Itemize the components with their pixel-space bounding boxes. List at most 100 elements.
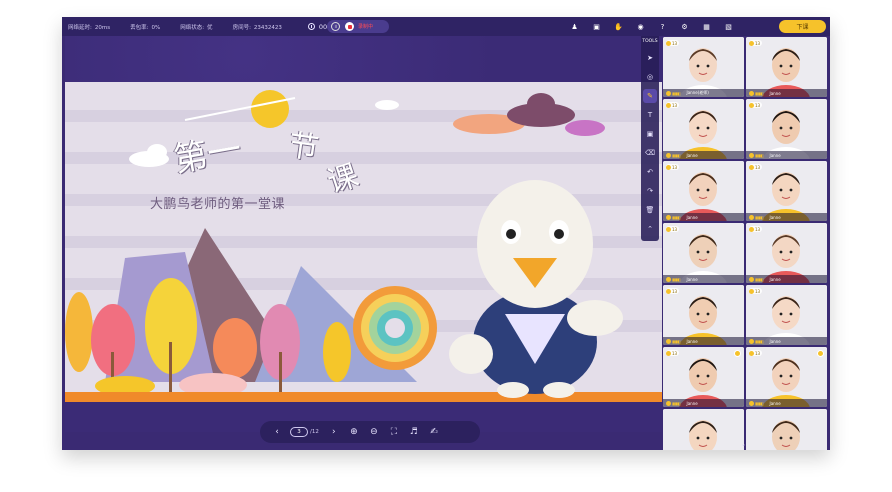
student-name: Janne <box>686 400 698 406</box>
prev-page-icon[interactable]: ‹ <box>270 425 284 439</box>
volume-level-icon: ▮▮▮▮▯ <box>672 276 681 282</box>
zoom-in-icon[interactable]: ⊕ <box>347 425 361 439</box>
star-count-badge: 13 <box>666 40 680 46</box>
student-video-tile[interactable]: 13 ▮▮▮▮▯ Janne <box>663 347 744 407</box>
text-tool-icon[interactable]: T <box>643 108 657 122</box>
grid-icon[interactable]: ▦ <box>700 20 713 33</box>
microphone-icon[interactable] <box>666 152 671 158</box>
hand-icon[interactable]: ✋ <box>612 20 625 33</box>
room-number-stat: 房间号: 23432423 <box>232 24 282 31</box>
end-class-button[interactable]: 下课 <box>779 20 826 33</box>
microphone-icon[interactable] <box>666 400 671 406</box>
student-status-bar: ▮▮▮▮▯ Janne <box>746 151 827 159</box>
student-name: Janne <box>686 338 698 344</box>
student-video-tile[interactable]: 13 ▮▮▮▮▯ Janne <box>746 99 827 159</box>
student-video-tile[interactable]: 13 ▮▮▮▮▯ Janne <box>663 99 744 159</box>
student-photo <box>663 37 744 97</box>
laser-tool-icon[interactable]: ◎ <box>643 70 657 84</box>
student-video-tile[interactable]: 13 ▮▮▮▮▯ Janne <box>746 37 827 97</box>
star-count-badge: 13 <box>749 288 763 294</box>
microphone-icon[interactable] <box>749 152 754 158</box>
microphone-icon[interactable] <box>749 276 754 282</box>
latency-stat: 网络延时: 20ms <box>68 24 111 31</box>
users-icon[interactable]: ♟ <box>568 20 581 33</box>
volume-level-icon: ▮▮▮▮▯ <box>755 152 764 158</box>
student-photo <box>746 223 827 283</box>
settings-icon[interactable]: ⚙ <box>678 20 691 33</box>
page-toolbar: ‹ 3 /12 › ⊕ ⊖ ⛶ ♬ ✍ <box>260 421 480 443</box>
volume-level-icon: ▮▮▮▮▯ <box>755 90 764 96</box>
chat-icon[interactable]: ◉ <box>634 20 647 33</box>
student-video-tile[interactable] <box>746 409 827 450</box>
trash-icon[interactable]: 🗑 <box>643 203 657 217</box>
student-video-tile[interactable]: 13 ▮▮▮▮▯ Janne <box>663 161 744 221</box>
courseware-stage: 第一 节 课 大鹏鸟老师的第一堂课 <box>65 36 662 432</box>
student-video-tile[interactable]: 13 ▮▮▮▮▯ Janne <box>746 285 827 345</box>
recording-label: 录制中 <box>358 24 374 30</box>
slide[interactable]: 第一 节 课 大鹏鸟老师的第一堂课 <box>65 82 662 402</box>
student-photo <box>746 409 827 450</box>
microphone-icon[interactable] <box>666 90 671 96</box>
microphone-icon[interactable] <box>749 338 754 344</box>
next-page-icon[interactable]: › <box>327 425 341 439</box>
student-photo <box>746 161 827 221</box>
student-photo <box>663 99 744 159</box>
microphone-icon[interactable] <box>749 214 754 220</box>
edit-icon[interactable]: ✍ <box>427 425 441 439</box>
packet-loss-stat: 丢包率: 0% <box>130 24 161 31</box>
pointer-tool-icon[interactable]: ➤ <box>643 51 657 65</box>
student-video-tile[interactable] <box>663 409 744 450</box>
student-video-tile[interactable]: 13 ▮▮▮▮▯ Janne <box>663 285 744 345</box>
student-name: Janne <box>769 214 781 220</box>
fullscreen-icon[interactable]: ⛶ <box>387 425 401 439</box>
microphone-icon[interactable] <box>666 276 671 282</box>
tools-panel: TOOLS ➤ ◎ ✎ T ▣ ⌫ ↶ ↷ 🗑 ⌃ <box>641 36 659 241</box>
student-photo <box>746 285 827 345</box>
student-video-tile[interactable]: 13 ▮▮▮▮▯ Janne(老师) <box>663 37 744 97</box>
student-status-bar: ▮▮▮▮▯ Janne <box>663 337 744 345</box>
page-total: /12 <box>310 429 319 435</box>
star-count-badge: 13 <box>666 164 680 170</box>
student-video-tile[interactable]: 13 ▮▮▮▮▯ Janne <box>746 223 827 283</box>
shape-tool-icon[interactable]: ▣ <box>643 127 657 141</box>
student-photo <box>746 37 827 97</box>
network-status-stat: 网络状态: 优 <box>180 24 213 31</box>
student-status-bar: ▮▮▮▮▯ Janne <box>663 151 744 159</box>
volume-level-icon: ▮▮▮▮▯ <box>755 276 764 282</box>
student-video-tile[interactable]: 13 ▮▮▮▮▯ Janne <box>663 223 744 283</box>
star-count-badge: 13 <box>666 102 680 108</box>
slide-subtitle: 大鹏鸟老师的第一堂课 <box>150 197 286 212</box>
student-video-tile[interactable]: 13 ▮▮▮▮▯ Janne <box>746 161 827 221</box>
star-count-badge: 13 <box>749 226 763 232</box>
student-status-bar: ▮▮▮▮▯ Janne(老师) <box>663 89 744 97</box>
screen-icon[interactable]: ▧ <box>722 20 735 33</box>
pen-tool-icon[interactable]: ✎ <box>643 88 657 103</box>
camera-icon[interactable]: ▣ <box>590 20 603 33</box>
undo-icon[interactable]: ↶ <box>643 165 657 179</box>
zoom-out-icon[interactable]: ⊖ <box>367 425 381 439</box>
volume-icon[interactable]: ♬ <box>407 425 421 439</box>
student-name: Janne <box>686 152 698 158</box>
volume-level-icon: ▮▮▮▮▯ <box>672 90 681 96</box>
student-photo <box>746 99 827 159</box>
eraser-tool-icon[interactable]: ⌫ <box>643 146 657 160</box>
microphone-icon[interactable] <box>749 400 754 406</box>
volume-level-icon: ▮▮▮▮▯ <box>672 338 681 344</box>
microphone-icon[interactable] <box>666 214 671 220</box>
classroom-window: 网络延时:20ms 丢包率:0% 网络状态:优 房间号:23432423 00:… <box>62 17 830 450</box>
reward-badge-icon <box>734 350 741 357</box>
volume-level-icon: ▮▮▮▮▯ <box>755 214 764 220</box>
microphone-icon[interactable] <box>749 90 754 96</box>
redo-icon[interactable]: ↷ <box>643 184 657 198</box>
star-count-badge: 13 <box>749 350 763 356</box>
collapse-tools-icon[interactable]: ⌃ <box>643 222 657 236</box>
page-number-input[interactable]: 3 <box>290 427 308 437</box>
help-icon[interactable]: ? <box>656 20 669 33</box>
student-video-tile[interactable]: 13 ▮▮▮▮▯ Janne <box>746 347 827 407</box>
expand-students-icon[interactable]: ⌄ <box>741 441 746 448</box>
stop-record-icon[interactable] <box>345 22 354 31</box>
volume-level-icon: ▮▮▮▮▯ <box>672 152 681 158</box>
microphone-icon[interactable] <box>666 338 671 344</box>
pause-icon[interactable]: ॥ <box>331 22 340 31</box>
student-status-bar: ▮▮▮▮▯ Janne <box>663 275 744 283</box>
